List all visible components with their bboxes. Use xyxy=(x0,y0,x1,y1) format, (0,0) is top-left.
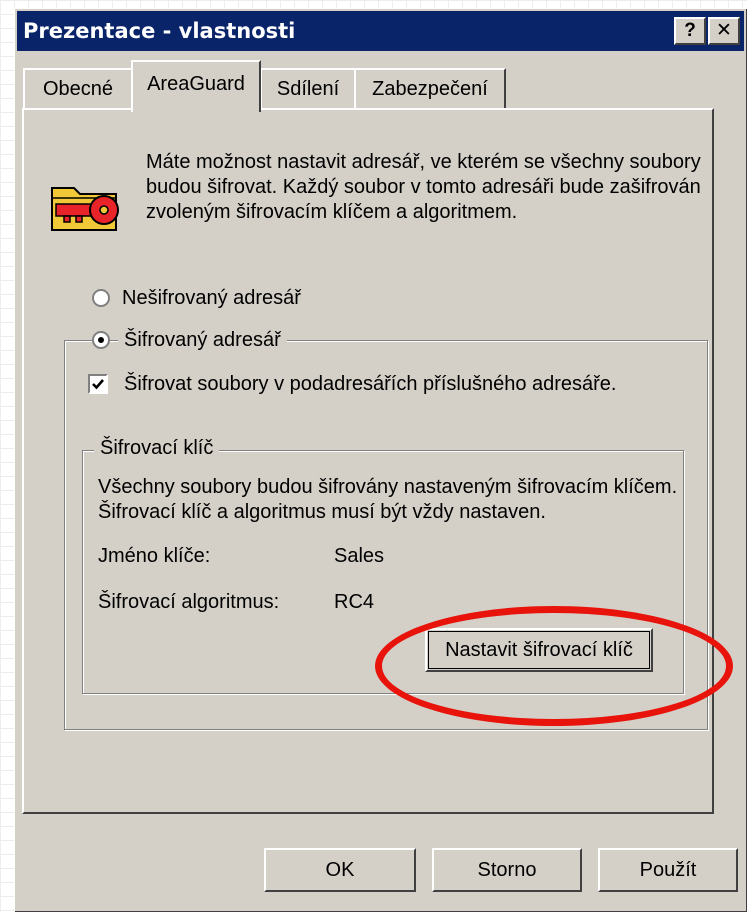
apply-button[interactable]: Použít xyxy=(598,848,738,892)
tab-sdileni[interactable]: Sdílení xyxy=(260,68,356,108)
tab-obecne[interactable]: Obecné xyxy=(23,68,133,108)
key-name-label: Jméno klíče: xyxy=(98,545,211,567)
set-encryption-key-button[interactable]: Nastavit šifrovací klíč xyxy=(425,628,653,672)
subdirs-checkbox[interactable] xyxy=(88,374,108,394)
radio-unencrypted-label[interactable]: Nešifrovaný adresář xyxy=(122,286,301,310)
window-title: Prezentace - vlastnosti xyxy=(23,19,296,43)
radio-unencrypted[interactable] xyxy=(92,289,110,307)
cancel-button[interactable]: Storno xyxy=(432,848,582,892)
checkmark-icon xyxy=(92,379,104,390)
folder-key-icon xyxy=(51,187,119,231)
radio-encrypted-label[interactable]: Šifrovaný adresář xyxy=(118,328,287,352)
algorithm-value: RC4 xyxy=(334,591,375,613)
areaguard-description: Máte možnost nastavit adresář, ve kterém… xyxy=(146,151,701,223)
ok-button[interactable]: OK xyxy=(264,848,416,892)
subdirs-checkbox-label[interactable]: Šifrovat soubory v podadresářích přísluš… xyxy=(124,372,617,396)
tab-areaguard[interactable]: AreaGuard xyxy=(131,60,261,112)
close-button[interactable]: ✕ xyxy=(708,17,740,45)
title-bar[interactable]: Prezentace - vlastnosti ? ✕ xyxy=(17,11,744,51)
help-button[interactable]: ? xyxy=(674,17,706,45)
key-group-description: Všechny soubory budou šifrovány nastaven… xyxy=(98,476,678,523)
encryption-key-group-title: Šifrovací klíč xyxy=(94,436,220,460)
radio-encrypted[interactable] xyxy=(92,331,110,349)
tab-zabezpeceni[interactable]: Zabezpečení xyxy=(354,68,506,108)
key-name-value: Sales xyxy=(334,545,385,567)
algorithm-label: Šifrovací algoritmus: xyxy=(98,591,280,613)
